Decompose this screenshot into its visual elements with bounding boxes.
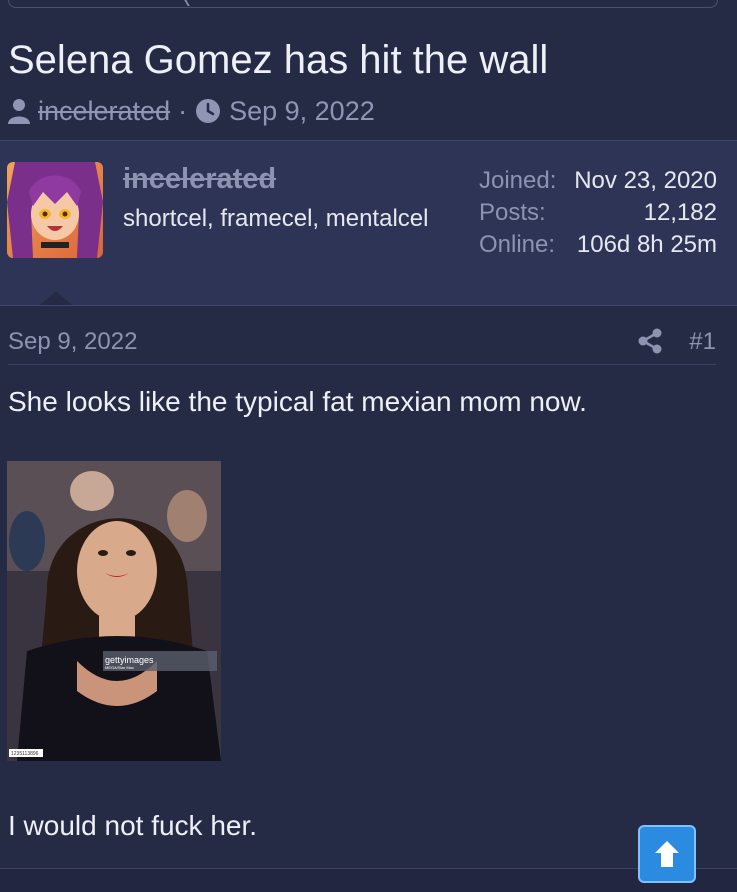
post-image[interactable]: gettyimages MEGA/Star Max 1235113896 bbox=[7, 461, 221, 761]
post-date-link[interactable]: Sep 9, 2022 bbox=[8, 328, 137, 356]
image-watermark: gettyimages bbox=[105, 655, 154, 665]
thread-meta: incelerated · Sep 9, 2022 bbox=[8, 96, 375, 126]
stat-value: 106d 8h 25m bbox=[576, 231, 717, 258]
image-credit: MEGA/Star Max bbox=[105, 665, 134, 670]
stat-label: Posts: bbox=[479, 199, 546, 226]
thread-author-link[interactable]: incelerated bbox=[38, 96, 170, 127]
stat-value: 12,182 bbox=[643, 199, 717, 226]
card-pointer bbox=[40, 291, 72, 305]
user-card: incelerated shortcel, framecel, mentalce… bbox=[0, 140, 737, 306]
post-body-text-2: I would not fuck her. bbox=[8, 810, 258, 841]
stat-label: Joined: bbox=[479, 167, 557, 194]
user-stats: Joined: Nov 23, 2020 Posts: 12,182 Onlin… bbox=[479, 167, 717, 263]
clock-icon bbox=[196, 99, 221, 123]
arrow-up-icon bbox=[655, 841, 679, 867]
post-meta: Sep 9, 2022 #1 bbox=[8, 324, 716, 365]
stat-joined: Joined: Nov 23, 2020 bbox=[479, 167, 717, 199]
post-number-link[interactable]: #1 bbox=[689, 328, 716, 356]
thread-header: Selena Gomez has hit the wall incelerate… bbox=[0, 10, 737, 140]
stat-value: Nov 23, 2020 bbox=[574, 167, 717, 194]
user-title: shortcel, framecel, mentalcel bbox=[123, 205, 429, 232]
user-icon bbox=[8, 99, 30, 124]
scroll-to-top-button[interactable] bbox=[638, 825, 696, 883]
thread-title: Selena Gomez has hit the wall bbox=[8, 38, 549, 82]
nav-tab-outline bbox=[8, 0, 718, 8]
top-nav-remnant bbox=[0, 0, 737, 10]
thread-date-link[interactable]: Sep 9, 2022 bbox=[229, 96, 375, 127]
stat-online: Online: 106d 8h 25m bbox=[479, 231, 717, 263]
meta-separator: · bbox=[178, 95, 188, 126]
share-icon[interactable] bbox=[638, 328, 662, 354]
stat-label: Online: bbox=[479, 231, 556, 258]
avatar[interactable] bbox=[7, 162, 103, 258]
post-footer-divider bbox=[0, 868, 737, 892]
stat-posts: Posts: 12,182 bbox=[479, 199, 717, 231]
username-link[interactable]: incelerated bbox=[123, 163, 276, 196]
post-body-text: She looks like the typical fat mexian mo… bbox=[8, 386, 587, 417]
image-id: 1235113896 bbox=[11, 751, 39, 757]
